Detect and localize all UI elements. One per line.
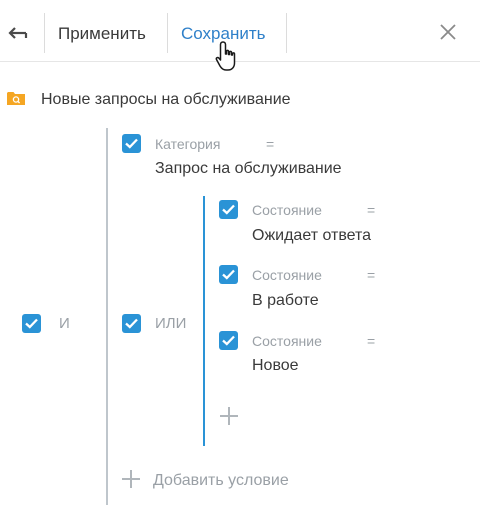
toolbar-separator: [44, 13, 45, 53]
close-button[interactable]: [436, 20, 460, 44]
and-operator-label[interactable]: И: [59, 315, 70, 333]
close-icon: [440, 24, 456, 40]
back-button[interactable]: [6, 20, 30, 46]
condition-comparison[interactable]: =: [367, 201, 375, 219]
or-operator-label[interactable]: ИЛИ: [155, 315, 186, 333]
condition-value[interactable]: Ожидает ответа: [252, 226, 371, 246]
condition-value[interactable]: Запрос на обслуживание: [155, 159, 342, 179]
condition-column-label[interactable]: Категория: [155, 135, 220, 153]
or-group-bracket: [203, 196, 205, 446]
filter-title: Новые запросы на обслуживание: [41, 91, 291, 108]
checkmark-icon: [222, 335, 235, 346]
hand-cursor-icon: [215, 41, 236, 71]
category-condition-checkbox[interactable]: [122, 134, 141, 153]
condition-value[interactable]: Новое: [252, 356, 299, 376]
add-condition-link[interactable]: Добавить условие: [153, 471, 289, 491]
add-condition-plus-icon[interactable]: [122, 470, 140, 488]
toolbar-separator: [286, 13, 287, 53]
condition-column-label[interactable]: Состояние: [252, 266, 322, 284]
checkmark-icon: [125, 318, 138, 329]
root-group-bracket: [106, 128, 108, 505]
condition-value[interactable]: В работе: [252, 291, 319, 311]
condition-column-label[interactable]: Состояние: [252, 201, 322, 219]
root-group-checkbox[interactable]: [22, 314, 41, 333]
state-condition-checkbox[interactable]: [219, 265, 238, 284]
condition-comparison[interactable]: =: [367, 266, 375, 284]
condition-column-label[interactable]: Состояние: [252, 332, 322, 350]
state-condition-checkbox[interactable]: [219, 200, 238, 219]
add-condition-plus-icon[interactable]: [220, 407, 238, 425]
state-condition-checkbox[interactable]: [219, 331, 238, 350]
checkmark-icon: [25, 318, 38, 329]
condition-comparison[interactable]: =: [266, 135, 274, 153]
checkmark-icon: [222, 269, 235, 280]
search-folder-icon: [7, 92, 25, 105]
condition-comparison[interactable]: =: [367, 332, 375, 350]
checkmark-icon: [125, 138, 138, 149]
or-group-checkbox[interactable]: [122, 314, 141, 333]
back-arrow-icon: [8, 27, 28, 39]
toolbar-separator: [167, 13, 168, 53]
apply-button[interactable]: Применить: [58, 24, 146, 44]
checkmark-icon: [222, 204, 235, 215]
